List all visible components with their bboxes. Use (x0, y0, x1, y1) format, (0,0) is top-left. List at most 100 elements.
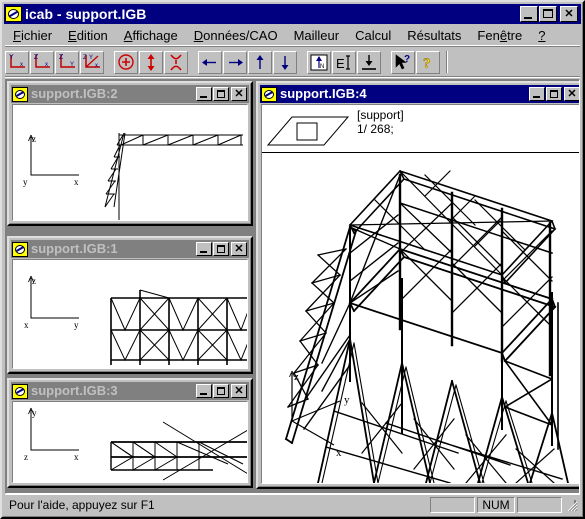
menu-mailleur-label: Mailleur (293, 27, 340, 43)
child-igb4-close-button[interactable]: ✕ (564, 87, 579, 101)
menu-fichier[interactable]: Fichier (5, 27, 60, 45)
menu-edition[interactable]: Edition (60, 27, 116, 45)
child-window-igb2[interactable]: support.IGB:2 ✕ y x z (7, 81, 253, 226)
minimize-icon (200, 96, 207, 98)
minimize-icon (200, 251, 207, 253)
window-frame: icab - support.IGB ✕ Fichier Edition Aff… (0, 0, 585, 519)
child-igb1-titlebar[interactable]: support.IGB:1 ✕ (11, 240, 249, 258)
menu-resultats[interactable]: Résultats (399, 27, 469, 45)
view-zy-icon[interactable]: Z Y (55, 50, 79, 74)
toolbar-group-transform (114, 50, 189, 74)
svg-text:x: x (74, 177, 79, 187)
menu-help[interactable]: ? (530, 27, 553, 45)
zoom-target-icon[interactable] (114, 50, 138, 74)
minimize-button[interactable] (520, 6, 538, 22)
compass-icon[interactable] (261, 86, 277, 102)
svg-text:z: z (32, 134, 36, 144)
child-igb2-titlebar[interactable]: support.IGB:2 ✕ (11, 85, 249, 103)
resize-grip[interactable] (564, 498, 578, 512)
menu-donnees-cao[interactable]: Données/CAO (186, 27, 286, 45)
child-igb1-title: support.IGB:1 (31, 241, 118, 256)
child-window-igb4[interactable]: support.IGB:4 ✕ [support] 1/ 268; z y x (256, 81, 579, 489)
child-igb3-titlebar[interactable]: support.IGB:3 ✕ (11, 382, 249, 400)
svg-text:Z: Z (59, 54, 64, 61)
view-zx-icon[interactable]: Z x (30, 50, 54, 74)
status-hint: Pour l'aide, appuyez sur F1 (9, 497, 155, 512)
child-igb1-canvas[interactable]: z x y (12, 259, 248, 369)
maximize-button[interactable] (539, 6, 557, 22)
child-igb1-close-button[interactable]: ✕ (231, 242, 247, 256)
close-icon: ✕ (564, 8, 574, 20)
menu-donnees-cao-label: onnées/CAO (203, 27, 278, 43)
child-igb3-close-button[interactable]: ✕ (231, 384, 247, 398)
maximize-icon (550, 90, 558, 98)
view-yx-icon[interactable]: Y x (5, 50, 29, 74)
child-igb4-canvas[interactable]: [support] 1/ 268; z y x (261, 104, 579, 484)
child-igb2-canvas[interactable]: y x z (12, 104, 248, 221)
compass-icon[interactable] (12, 241, 28, 257)
menu-calcul[interactable]: Calcul (347, 27, 399, 45)
compass-icon[interactable] (12, 383, 28, 399)
svg-text:x: x (20, 62, 23, 68)
igb4-axis-z-label: z (294, 371, 299, 383)
statusbar: Pour l'aide, appuyez sur F1 NUM (5, 494, 580, 514)
igb4-selection-count: 1/ 268; (357, 122, 394, 136)
child-igb2-maximize-button[interactable] (213, 87, 229, 101)
maximize-icon (217, 387, 225, 395)
pan-up-icon[interactable] (248, 50, 272, 74)
svg-text:?: ? (423, 56, 431, 72)
child-igb2-minimize-button[interactable] (196, 87, 212, 101)
child-igb4-maximize-button[interactable] (546, 87, 562, 101)
menu-fenetre-label2: tre (507, 27, 523, 43)
status-pane-1 (430, 496, 475, 513)
application-window: icab - support.IGB ✕ Fichier Edition Aff… (0, 0, 585, 519)
element-icon[interactable]: E (332, 50, 356, 74)
menu-calcul-label: Calcul (355, 27, 392, 43)
parallelogram-selection-icon (266, 116, 350, 146)
minimize-icon (533, 96, 540, 98)
maximize-icon (217, 245, 225, 253)
support-icon[interactable] (357, 50, 381, 74)
close-icon: ✕ (234, 385, 244, 397)
node-icon[interactable]: N (307, 50, 331, 74)
child-igb2-close-button[interactable]: ✕ (231, 87, 247, 101)
igb3-drawing: y z x (24, 407, 247, 481)
view-3d-icon[interactable]: Z Y x (80, 50, 104, 74)
child-igb4-titlebar[interactable]: support.IGB:4 ✕ (260, 85, 579, 103)
child-igb1-maximize-button[interactable] (213, 242, 229, 256)
close-icon: ✕ (567, 88, 577, 100)
status-pane-num: NUM (477, 496, 515, 513)
svg-text:z: z (24, 452, 28, 462)
context-help-icon[interactable]: ? (391, 50, 415, 74)
menu-mailleur[interactable]: Mailleur (286, 27, 348, 45)
pan-left-icon[interactable] (198, 50, 222, 74)
igb1-drawing: z x y (24, 275, 247, 365)
menu-fichier-label: ichier (20, 27, 53, 43)
pan-right-icon[interactable] (223, 50, 247, 74)
pan-down-icon[interactable] (273, 50, 297, 74)
svg-text:x: x (95, 63, 98, 69)
menu-affichage[interactable]: Affichage (116, 27, 186, 45)
child-igb4-minimize-button[interactable] (529, 87, 545, 101)
scale-horizontal-icon[interactable] (164, 50, 188, 74)
menubar: Fichier Edition Affichage Données/CAO Ma… (5, 26, 580, 45)
help-icon[interactable]: ? (416, 50, 440, 74)
child-igb3-maximize-button[interactable] (213, 384, 229, 398)
scale-vertical-icon[interactable] (139, 50, 163, 74)
close-button[interactable]: ✕ (560, 6, 578, 22)
menu-fenetre[interactable]: Fenêtre (469, 27, 530, 45)
main-titlebar[interactable]: icab - support.IGB ✕ (4, 4, 581, 24)
child-igb1-minimize-button[interactable] (196, 242, 212, 256)
compass-icon[interactable] (5, 6, 22, 22)
window-controls: ✕ (519, 6, 578, 22)
svg-text:y: y (23, 177, 28, 187)
child-window-igb1[interactable]: support.IGB:1 ✕ z x y (7, 236, 253, 374)
svg-text:Z: Z (83, 55, 87, 61)
child-igb3-minimize-button[interactable] (196, 384, 212, 398)
compass-icon[interactable] (12, 86, 28, 102)
svg-text:y: y (32, 408, 37, 418)
menu-resultats-label: Résultats (407, 27, 462, 43)
child-window-igb3[interactable]: support.IGB:3 ✕ y z x (7, 378, 253, 488)
svg-text:Z: Z (34, 54, 39, 61)
child-igb3-canvas[interactable]: y z x (12, 401, 248, 483)
